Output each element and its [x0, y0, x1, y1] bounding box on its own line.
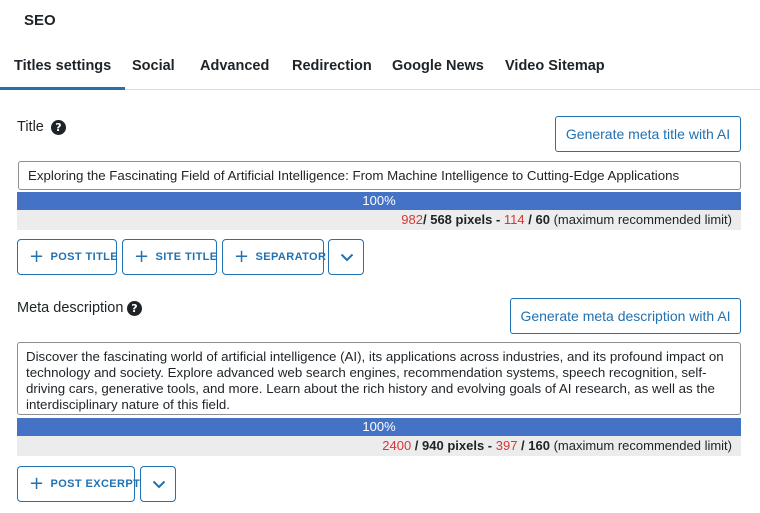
- meta-chars-max: / 160: [517, 438, 554, 453]
- title-limit-note: (maximum recommended limit): [553, 212, 732, 227]
- tab-video-sitemap[interactable]: Video Sitemap: [505, 58, 605, 74]
- plus-icon: +: [134, 246, 150, 267]
- generate-meta-description-button[interactable]: Generate meta description with AI: [510, 298, 741, 334]
- title-input[interactable]: Exploring the Fascinating Field of Artif…: [18, 161, 741, 190]
- meta-progress-label: 100%: [362, 419, 396, 434]
- tag-label: SITE TITLE: [155, 251, 218, 263]
- tag-label: POST TITLE: [50, 251, 119, 263]
- tag-label: SEPARATOR: [255, 251, 327, 263]
- more-tags-button[interactable]: [328, 239, 364, 275]
- help-icon[interactable]: ?: [127, 301, 142, 316]
- meta-description-input[interactable]: Discover the fascinating world of artifi…: [17, 342, 741, 415]
- title-length-stats: 982/ 568 pixels - 114 / 60 (maximum reco…: [17, 210, 741, 230]
- meta-pixels-max: / 940 pixels -: [411, 438, 496, 453]
- tab-titles-settings[interactable]: Titles settings: [0, 58, 126, 90]
- title-label: Title: [17, 119, 44, 135]
- page-title: SEO: [24, 12, 56, 29]
- meta-length-stats: 2400 / 940 pixels - 397 / 160 (maximum r…: [17, 436, 741, 456]
- generate-meta-title-button[interactable]: Generate meta title with AI: [555, 116, 741, 152]
- post-title-tag-button[interactable]: + POST TITLE: [17, 239, 119, 275]
- tag-label: POST EXCERPT: [50, 478, 141, 490]
- tab-bar: Titles settings Social Advanced Redirect…: [0, 46, 760, 90]
- site-title-tag-button[interactable]: + SITE TITLE: [122, 239, 217, 275]
- meta-pixels-used: 2400: [382, 438, 412, 453]
- tab-social[interactable]: Social: [132, 58, 175, 74]
- meta-progress-bar: 100%: [17, 418, 741, 436]
- meta-description-label: Meta description: [17, 300, 124, 316]
- meta-limit-note: (maximum recommended limit): [553, 438, 732, 453]
- chevron-down-icon: [340, 253, 354, 262]
- tab-advanced[interactable]: Advanced: [200, 58, 269, 74]
- help-icon[interactable]: ?: [51, 120, 66, 135]
- tab-redirection[interactable]: Redirection: [292, 58, 372, 74]
- plus-icon: +: [29, 246, 45, 267]
- more-tags-button[interactable]: [140, 466, 176, 502]
- title-pixels-used: 982: [401, 212, 423, 227]
- chevron-down-icon: [152, 480, 166, 489]
- separator-tag-button[interactable]: + SEPARATOR: [222, 239, 327, 275]
- tab-google-news[interactable]: Google News: [392, 58, 484, 74]
- plus-icon: +: [29, 473, 45, 494]
- title-progress-bar: 100%: [17, 192, 741, 210]
- title-chars-max: / 60: [524, 212, 554, 227]
- plus-icon: +: [234, 246, 250, 267]
- post-excerpt-tag-button[interactable]: + POST EXCERPT: [17, 466, 140, 502]
- meta-chars-used: 397: [495, 438, 518, 453]
- title-chars-used: 114: [503, 212, 525, 227]
- title-pixels-max: / 568 pixels -: [422, 212, 504, 227]
- title-progress-label: 100%: [362, 193, 396, 208]
